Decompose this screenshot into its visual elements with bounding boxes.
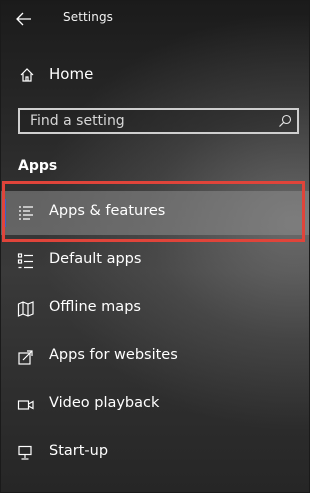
nav-label-default-apps: Default apps [49, 251, 142, 267]
selection-indicator [3, 199, 6, 227]
settings-window: Settings Home Apps [0, 0, 310, 493]
nav-label-apps-features: Apps & features [49, 203, 166, 219]
home-icon [19, 67, 35, 83]
search-icon[interactable] [278, 114, 292, 128]
home-nav-item[interactable]: Home [1, 59, 309, 91]
nav-item-start-up[interactable]: Start-up [1, 431, 309, 475]
search-input[interactable] [20, 110, 270, 132]
back-button[interactable] [11, 7, 37, 31]
window-title: Settings [63, 10, 114, 24]
search-box[interactable] [18, 108, 299, 134]
nav-item-apps-features[interactable]: Apps & features [1, 191, 309, 235]
arrow-left-icon [16, 12, 31, 26]
home-label: Home [49, 65, 94, 83]
nav-item-default-apps[interactable]: Default apps [1, 239, 309, 283]
list-icon [17, 204, 35, 222]
nav-label-apps-for-websites: Apps for websites [49, 347, 178, 363]
nav-label-video-playback: Video playback [49, 395, 160, 411]
nav-label-start-up: Start-up [49, 443, 109, 459]
nav-item-offline-maps[interactable]: Offline maps [1, 287, 309, 331]
map-icon [17, 300, 35, 318]
section-title: Apps [18, 158, 58, 174]
nav-item-video-playback[interactable]: Video playback [1, 383, 309, 427]
monitor-icon [17, 444, 35, 462]
website-link-icon [17, 348, 35, 366]
nav-item-apps-for-websites[interactable]: Apps for websites [1, 335, 309, 379]
default-apps-icon [17, 252, 35, 270]
title-bar: Settings [1, 1, 309, 37]
nav-label-offline-maps: Offline maps [49, 299, 141, 315]
video-icon [17, 396, 35, 414]
